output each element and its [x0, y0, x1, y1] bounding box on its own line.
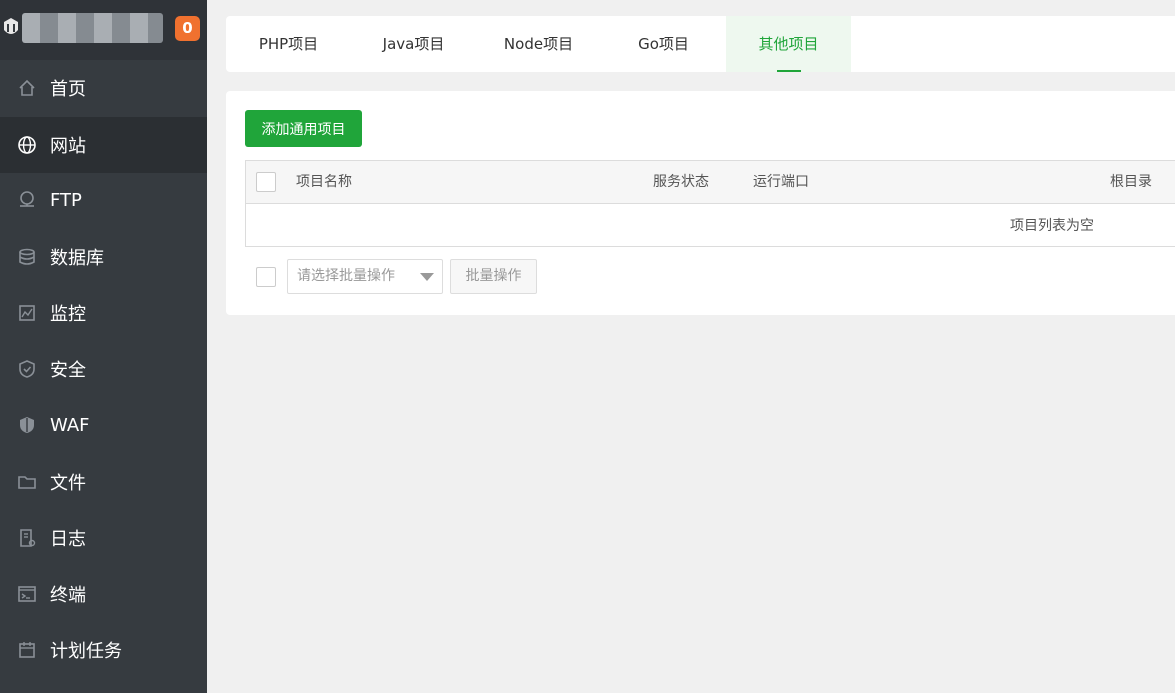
batch-select-checkbox[interactable]	[256, 267, 276, 287]
project-table: 项目名称 服务状态 运行端口 根目录 项目列表为空	[245, 160, 1175, 247]
batch-operation-select[interactable]: 请选择批量操作	[287, 259, 443, 294]
batch-select-placeholder: 请选择批量操作	[297, 268, 395, 284]
sidebar-header: 0	[0, 0, 207, 60]
waf-icon	[16, 414, 38, 436]
sidebar: 0 首页 网站 FTP 数据库 监控 安全 WAF 文件 日志 终端 计划任务	[0, 0, 207, 693]
calendar-icon	[16, 639, 38, 661]
sidebar-item-label: 终端	[50, 585, 86, 606]
sidebar-item-label: 监控	[50, 304, 86, 325]
sidebar-item-label: FTP	[50, 189, 82, 211]
home-icon	[16, 77, 38, 99]
tab-other[interactable]: 其他项目	[726, 16, 851, 72]
sidebar-item-monitor[interactable]: 监控	[0, 285, 207, 341]
tab-node[interactable]: Node项目	[476, 16, 601, 72]
sidebar-item-label: 数据库	[50, 248, 104, 269]
tab-java[interactable]: Java项目	[351, 16, 476, 72]
table-header: 项目名称 服务状态 运行端口 根目录	[246, 161, 1175, 204]
project-list-panel: 添加通用项目 项目名称 服务状态 运行端口 根目录 项目列表为空 请选择批量操作…	[226, 91, 1175, 315]
terminal-icon	[16, 583, 38, 605]
add-generic-project-button[interactable]: 添加通用项目	[245, 110, 362, 147]
sidebar-item-home[interactable]: 首页	[0, 60, 207, 116]
sidebar-item-label: 安全	[50, 360, 86, 381]
globe-icon	[16, 134, 38, 156]
sidebar-item-security[interactable]: 安全	[0, 341, 207, 397]
column-header-root[interactable]: 根目录	[1110, 161, 1152, 204]
folder-icon	[16, 471, 38, 493]
monitor-icon	[16, 302, 38, 324]
column-header-name[interactable]: 项目名称	[296, 161, 352, 204]
empty-list-text: 项目列表为空	[1010, 218, 1094, 234]
log-icon	[16, 527, 38, 549]
project-type-tabs: PHP项目 Java项目 Node项目 Go项目 其他项目	[226, 16, 1175, 72]
sidebar-item-website[interactable]: 网站	[0, 117, 207, 173]
ftp-icon	[16, 189, 38, 211]
sidebar-item-terminal[interactable]: 终端	[0, 566, 207, 622]
sidebar-item-label: 日志	[50, 529, 86, 550]
sidebar-item-ftp[interactable]: FTP	[0, 172, 207, 228]
notification-badge[interactable]: 0	[175, 16, 200, 41]
sidebar-item-label: 计划任务	[50, 641, 122, 662]
sidebar-item-label: WAF	[50, 414, 90, 436]
select-all-checkbox[interactable]	[256, 172, 276, 192]
sidebar-item-logs[interactable]: 日志	[0, 510, 207, 566]
sidebar-item-label: 首页	[50, 79, 86, 100]
column-header-status[interactable]: 服务状态	[653, 161, 709, 204]
column-header-port[interactable]: 运行端口	[753, 161, 809, 204]
sidebar-item-files[interactable]: 文件	[0, 454, 207, 510]
sidebar-item-database[interactable]: 数据库	[0, 229, 207, 285]
database-icon	[16, 246, 38, 268]
logo-icon	[4, 18, 18, 34]
sidebar-item-label: 网站	[50, 136, 86, 157]
tab-go[interactable]: Go项目	[601, 16, 726, 72]
sidebar-item-waf[interactable]: WAF	[0, 397, 207, 453]
shield-icon	[16, 358, 38, 380]
caret-down-icon	[420, 273, 434, 281]
tab-php[interactable]: PHP项目	[226, 16, 351, 72]
user-name-blurred[interactable]	[22, 13, 163, 43]
batch-operation-button[interactable]: 批量操作	[450, 259, 537, 294]
sidebar-item-cron[interactable]: 计划任务	[0, 622, 207, 678]
sidebar-item-label: 文件	[50, 473, 86, 494]
